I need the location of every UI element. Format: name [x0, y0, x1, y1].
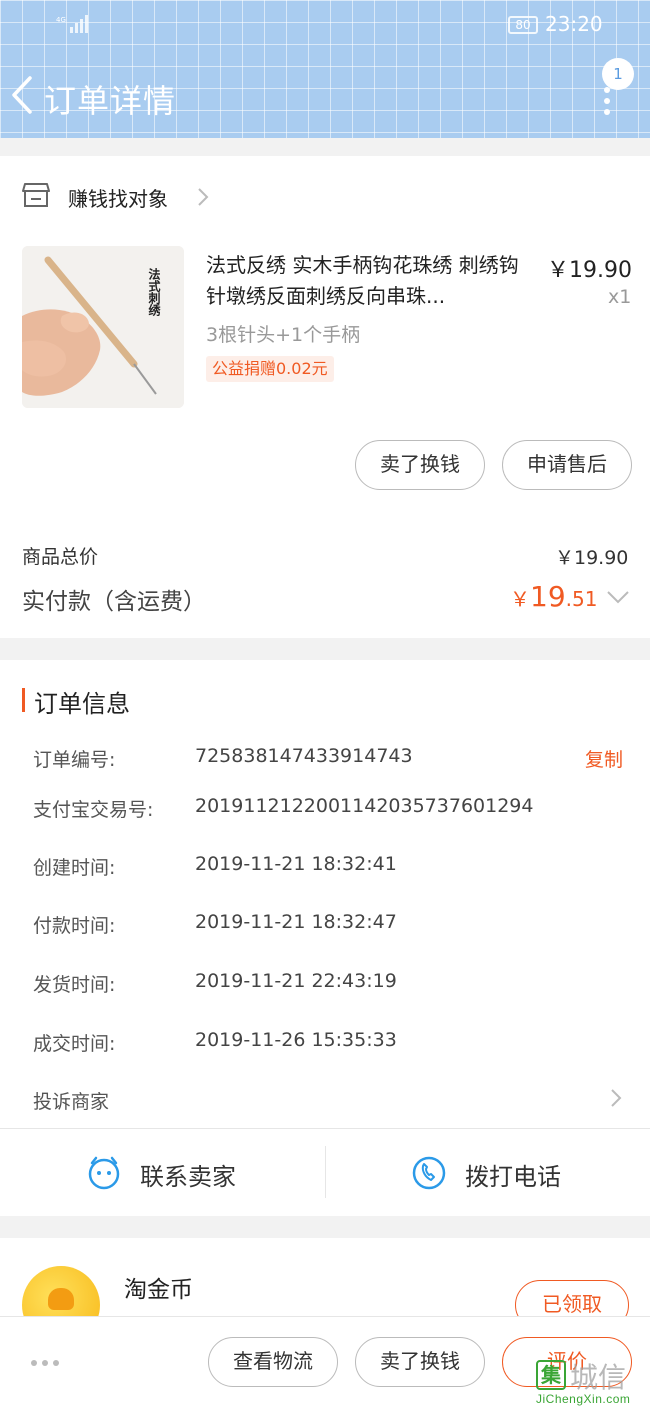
created-time-label: 创建时间:	[33, 857, 116, 879]
section-accent-bar	[22, 688, 25, 712]
watermark-char: 集	[536, 1360, 566, 1390]
call-phone-label: 拨打电话	[465, 1163, 561, 1191]
product-title[interactable]: 法式反绣 实木手柄钩花珠绣 刺绣钩针墩绣反面刺绣反向串珠...	[206, 250, 536, 312]
product-quantity: x1	[608, 286, 632, 308]
alipay-trade-value: 2019112122001142035737601294	[195, 795, 534, 817]
status-time: 23:20	[545, 12, 603, 36]
hook-tool-illustration: 法式刺绣	[22, 246, 184, 408]
paid-time-label: 付款时间:	[33, 915, 116, 937]
product-price: ￥19.90	[547, 258, 632, 283]
alipay-trade-label: 支付宝交易号:	[33, 799, 154, 821]
sell-for-cash-button[interactable]: 卖了换钱	[355, 440, 485, 490]
signal-icon: 4G	[56, 15, 88, 33]
after-sale-button[interactable]: 申请售后	[502, 440, 632, 490]
total-price-label: 商品总价	[22, 546, 99, 568]
total-price-value: ￥19.90	[555, 547, 629, 569]
complaint-link[interactable]: 投诉商家	[33, 1087, 109, 1114]
view-logistics-button[interactable]: 查看物流	[208, 1337, 338, 1387]
divider	[0, 1128, 650, 1129]
paid-amount-value[interactable]: ￥19.51	[510, 580, 597, 613]
more-horizontal-icon[interactable]	[30, 1359, 60, 1367]
page-title: 订单详情	[44, 82, 177, 120]
coin-mascot	[48, 1288, 74, 1310]
watermark-logo: 集 城信 JiChengXin.com	[532, 1356, 650, 1408]
chevron-right-icon[interactable]	[610, 1088, 622, 1108]
paid-currency: ￥	[510, 587, 530, 611]
order-number-label: 订单编号:	[33, 749, 116, 771]
paid-integer: 19	[530, 580, 566, 613]
back-arrow-icon[interactable]	[8, 74, 38, 116]
shipped-time-value: 2019-11-21 22:43:19	[195, 970, 397, 992]
contact-seller-button[interactable]: 联系卖家	[0, 1130, 325, 1216]
shop-icon	[22, 183, 50, 207]
watermark-url: JiChengXin.com	[536, 1392, 631, 1406]
shop-row[interactable]: 赚钱找对象	[22, 180, 622, 214]
status-bar: 4G 80 23:20	[0, 0, 650, 50]
shop-name: 赚钱找对象	[68, 187, 168, 211]
copy-order-number-link[interactable]: 复制	[585, 745, 623, 772]
sell-for-cash-bottom-button[interactable]: 卖了换钱	[355, 1337, 485, 1387]
completed-time-label: 成交时间:	[33, 1033, 116, 1055]
created-time-value: 2019-11-21 18:32:41	[195, 853, 397, 875]
contact-seller-label: 联系卖家	[140, 1163, 236, 1191]
paid-decimal: .51	[565, 587, 598, 611]
watermark-text: 城信	[570, 1361, 627, 1394]
product-spec: 3根针头+1个手柄	[206, 324, 361, 346]
header: 4G 80 23:20 订单详情 1	[0, 0, 650, 138]
paid-amount-label: 实付款（含运费）	[22, 589, 206, 615]
more-vertical-icon[interactable]	[598, 86, 616, 116]
order-number-value: 725838147433914743	[195, 745, 413, 767]
paid-time-value: 2019-11-21 18:32:47	[195, 911, 397, 933]
chevron-right-icon	[198, 188, 209, 206]
product-image-caption: 法式刺绣	[147, 267, 161, 317]
phone-icon	[412, 1156, 446, 1190]
coins-label: 淘金币	[124, 1277, 193, 1303]
call-phone-button[interactable]: 拨打电话	[325, 1130, 650, 1216]
chevron-down-icon[interactable]	[606, 590, 630, 604]
completed-time-value: 2019-11-26 15:35:33	[195, 1029, 397, 1051]
order-info-title: 订单信息	[34, 690, 130, 718]
shipped-time-label: 发货时间:	[33, 974, 116, 996]
battery-icon: 80	[508, 16, 538, 34]
chat-face-icon	[88, 1156, 120, 1190]
svg-text:4G: 4G	[56, 16, 66, 24]
product-image[interactable]: 法式刺绣	[22, 246, 184, 408]
charity-tag: 公益捐赠0.02元	[206, 356, 334, 382]
